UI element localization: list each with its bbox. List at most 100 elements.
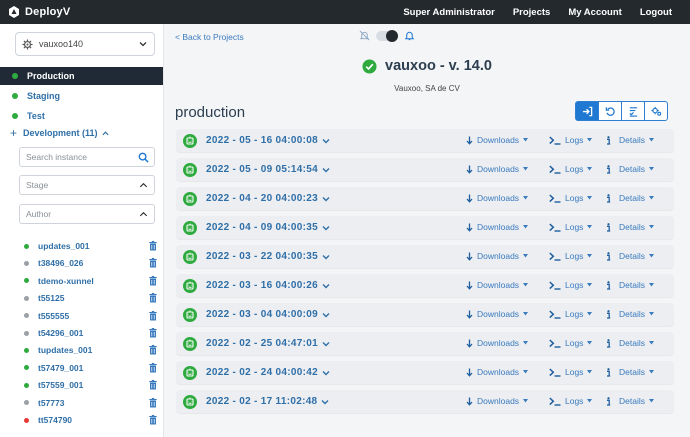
build-date[interactable]: 2022 - 02 - 24 04:00:42	[206, 367, 318, 378]
details-dropdown[interactable]: Details	[606, 280, 658, 290]
nav-projects[interactable]: Projects	[513, 7, 551, 18]
trash-icon[interactable]	[149, 345, 157, 355]
trash-icon[interactable]	[149, 293, 157, 303]
chevron-down-icon[interactable]	[321, 398, 329, 406]
instance-item[interactable]: t54296_001	[24, 326, 158, 340]
caret-down-icon	[587, 196, 593, 200]
instance-item[interactable]: t555555	[24, 309, 158, 323]
details-dropdown[interactable]: Details	[606, 367, 658, 377]
details-dropdown[interactable]: Details	[606, 135, 658, 145]
instance-item[interactable]: tdemo-xunnel	[24, 274, 158, 288]
chevron-down-icon[interactable]	[322, 195, 330, 203]
development-toggle[interactable]: + Development (11)	[10, 127, 109, 139]
stage-item-production[interactable]: Production	[0, 67, 163, 85]
notifications-toggle[interactable]	[376, 29, 398, 42]
details-dropdown[interactable]: Details	[606, 193, 658, 203]
downloads-dropdown[interactable]: Downloads	[466, 164, 532, 174]
trash-icon[interactable]	[149, 362, 157, 373]
build-date[interactable]: 2022 - 04 - 09 04:00:35	[206, 222, 318, 233]
logs-dropdown[interactable]: Logs	[549, 164, 596, 174]
bell-off-icon[interactable]	[359, 30, 370, 41]
downloads-dropdown[interactable]: Downloads	[466, 251, 532, 261]
details-dropdown[interactable]: Details	[606, 309, 658, 319]
instance-item[interactable]: tt574790	[24, 413, 158, 427]
build-date[interactable]: 2022 - 03 - 22 04:00:35	[206, 251, 318, 262]
details-dropdown[interactable]: Details	[606, 251, 658, 261]
build-date[interactable]: 2022 - 02 - 17 11:02:48	[206, 396, 317, 407]
logs-dropdown[interactable]: Logs	[549, 251, 596, 261]
search-icon[interactable]	[138, 152, 149, 163]
downloads-dropdown[interactable]: Downloads	[466, 338, 532, 348]
stage-filter-select[interactable]: Stage	[19, 175, 155, 195]
downloads-dropdown[interactable]: Downloads	[466, 396, 532, 406]
chevron-down-icon[interactable]	[322, 253, 330, 261]
chevron-down-icon[interactable]	[322, 224, 330, 232]
nav-logout[interactable]: Logout	[640, 7, 672, 18]
terminal-icon	[549, 309, 561, 319]
author-filter-select[interactable]: Author	[19, 204, 155, 224]
chevron-down-icon[interactable]	[322, 340, 330, 348]
details-dropdown[interactable]: Details	[606, 396, 658, 406]
chevron-down-icon[interactable]	[322, 311, 330, 319]
chevron-down-icon[interactable]	[322, 369, 330, 377]
trash-icon[interactable]	[149, 415, 157, 425]
instance-item[interactable]: tupdates_001	[24, 343, 158, 357]
instance-item[interactable]: t57479_001	[24, 361, 158, 375]
instance-item[interactable]: t55125	[24, 291, 158, 305]
trash-icon[interactable]	[149, 380, 157, 390]
trash-icon[interactable]	[149, 310, 157, 321]
trash-icon[interactable]	[149, 275, 157, 286]
build-date[interactable]: 2022 - 05 - 16 04:00:08	[206, 135, 318, 146]
tasks-button[interactable]	[621, 101, 645, 121]
logs-dropdown[interactable]: Logs	[549, 280, 596, 290]
settings-button[interactable]	[644, 101, 668, 121]
downloads-dropdown[interactable]: Downloads	[466, 309, 532, 319]
nav-my-account[interactable]: My Account	[568, 7, 621, 18]
bell-icon[interactable]	[404, 30, 415, 41]
terminal-icon	[549, 396, 561, 406]
plus-icon[interactable]: +	[10, 127, 17, 139]
trash-icon[interactable]	[149, 241, 157, 251]
downloads-dropdown[interactable]: Downloads	[466, 222, 532, 232]
logs-dropdown[interactable]: Logs	[549, 222, 596, 232]
instance-item[interactable]: t57559_001	[24, 378, 158, 392]
trash-icon[interactable]	[149, 258, 157, 268]
logs-dropdown[interactable]: Logs	[549, 338, 596, 348]
logs-dropdown[interactable]: Logs	[549, 396, 596, 406]
downloads-dropdown[interactable]: Downloads	[466, 135, 532, 145]
nav-super-administrator[interactable]: Super Administrator	[403, 7, 495, 18]
chevron-down-icon[interactable]	[322, 166, 330, 174]
downloads-dropdown[interactable]: Downloads	[466, 280, 532, 290]
trash-icon[interactable]	[149, 328, 157, 338]
build-date[interactable]: 2022 - 03 - 04 04:00:09	[206, 309, 318, 320]
login-button[interactable]	[575, 101, 599, 121]
stage-item-staging[interactable]: Staging	[0, 87, 163, 105]
back-to-projects-link[interactable]: < Back to Projects	[175, 32, 244, 42]
info-icon	[607, 193, 611, 203]
details-dropdown[interactable]: Details	[606, 338, 658, 348]
details-dropdown[interactable]: Details	[606, 164, 658, 174]
instance-item[interactable]: t38496_026	[24, 256, 158, 270]
brand[interactable]: DeployV	[7, 5, 70, 19]
build-date[interactable]: 2022 - 05 - 09 05:14:54	[206, 164, 318, 175]
caret-down-icon	[523, 370, 529, 374]
database-select[interactable]: vauxoo140	[15, 32, 155, 56]
instance-item[interactable]: t57773	[24, 396, 158, 410]
logs-dropdown[interactable]: Logs	[549, 367, 596, 377]
details-dropdown[interactable]: Details	[606, 222, 658, 232]
logs-dropdown[interactable]: Logs	[549, 309, 596, 319]
search-instance-input[interactable]: Search instance	[19, 147, 155, 167]
stage-item-test[interactable]: Test	[0, 107, 163, 125]
chevron-down-icon[interactable]	[322, 137, 330, 145]
chevron-down-icon[interactable]	[322, 282, 330, 290]
downloads-dropdown[interactable]: Downloads	[466, 367, 532, 377]
logs-dropdown[interactable]: Logs	[549, 193, 596, 203]
build-date[interactable]: 2022 - 04 - 20 04:00:23	[206, 193, 318, 204]
logs-dropdown[interactable]: Logs	[549, 135, 596, 145]
build-date[interactable]: 2022 - 03 - 16 04:00:26	[206, 280, 318, 291]
build-date[interactable]: 2022 - 02 - 25 04:47:01	[206, 338, 318, 349]
restore-button[interactable]	[598, 101, 622, 121]
downloads-dropdown[interactable]: Downloads	[466, 193, 532, 203]
instance-item[interactable]: updates_001	[24, 239, 158, 253]
trash-icon[interactable]	[149, 397, 157, 408]
